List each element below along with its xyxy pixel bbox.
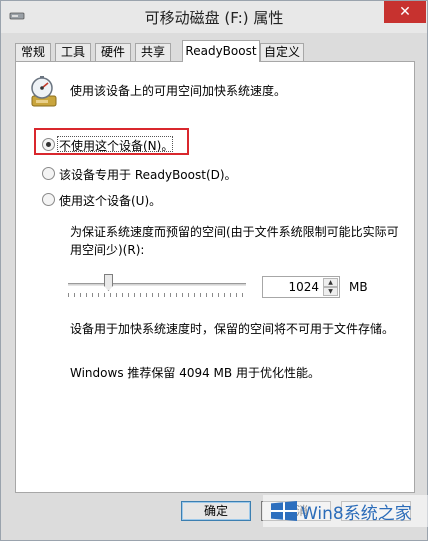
option-label: 使用这个设备(U)。	[59, 194, 162, 208]
spin-up-icon[interactable]: ▲	[323, 278, 338, 287]
readyboost-gauge-icon	[31, 76, 57, 107]
slider-track	[68, 283, 246, 286]
watermark: Win8系统之家	[263, 495, 428, 527]
option-label: 不使用这个设备(N)。	[59, 139, 174, 153]
title-bar[interactable]: 可移动磁盘 (F:) 属性 ✕	[1, 1, 427, 33]
reserve-space-label: 为保证系统速度而预留的空间(由于文件系统限制可能比实际可用空间少)(R):	[70, 225, 399, 257]
properties-dialog: 可移动磁盘 (F:) 属性 ✕ 常规 工具 硬件 共享 ReadyBoost 自…	[0, 0, 428, 541]
reserve-unit-label: MB	[349, 280, 368, 294]
tab-readyboost[interactable]: ReadyBoost	[182, 40, 260, 62]
reserve-space-spinbox[interactable]: 1024 ▲ ▼	[262, 276, 340, 298]
tab-customize[interactable]: 自定义	[260, 43, 304, 61]
tab-sharing[interactable]: 共享	[135, 43, 171, 61]
radio-button[interactable]	[42, 193, 55, 206]
tab-general[interactable]: 常规	[15, 43, 51, 61]
slider-ticks	[68, 293, 246, 297]
tab-hardware[interactable]: 硬件	[95, 43, 131, 61]
storage-info-text: 设备用于加快系统速度时，保留的空间将不可用于文件存储。	[70, 322, 395, 336]
radio-button[interactable]	[42, 138, 55, 151]
tab-tools[interactable]: 工具	[55, 43, 91, 61]
window-title: 可移动磁盘 (F:) 属性	[144, 9, 284, 27]
close-icon: ✕	[399, 4, 411, 20]
reserve-space-value[interactable]: 1024	[288, 280, 319, 294]
spin-down-icon[interactable]: ▼	[323, 287, 338, 296]
reserve-space-slider[interactable]	[68, 274, 246, 298]
readyboost-panel: 使用该设备上的可用空间加快系统速度。 不使用这个设备(N)。 该设备专用于 Re…	[15, 61, 415, 493]
option-label: 该设备专用于 ReadyBoost(D)。	[59, 168, 237, 182]
watermark-text: Win8系统之家	[301, 504, 412, 524]
radio-button[interactable]	[42, 167, 55, 180]
description-text: 使用该设备上的可用空间加快系统速度。	[70, 84, 287, 98]
close-button[interactable]: ✕	[384, 1, 426, 23]
ok-button[interactable]: 确定	[181, 501, 251, 521]
windows-logo-icon	[271, 501, 297, 521]
slider-thumb[interactable]	[104, 274, 113, 291]
recommendation-text: Windows 推荐保留 4094 MB 用于优化性能。	[70, 366, 320, 380]
